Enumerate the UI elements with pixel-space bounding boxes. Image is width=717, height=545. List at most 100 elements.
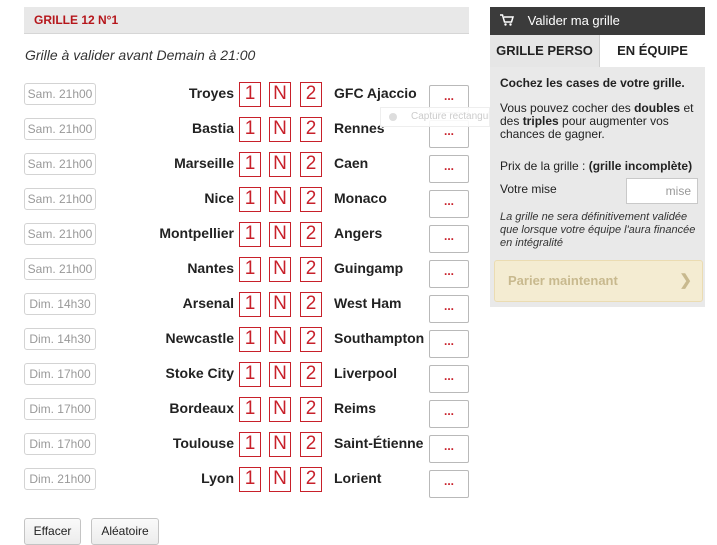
match-more-button[interactable]: ... [429, 295, 469, 323]
pick-1-box[interactable]: 1 [239, 222, 261, 247]
pick-2-box[interactable]: 2 [300, 397, 322, 422]
match-row: Dim. 17h00 Bordeaux 1 N 2 Reims... [0, 397, 480, 431]
pick-1-box[interactable]: 1 [239, 152, 261, 177]
pick-2-box[interactable]: 2 [300, 187, 322, 212]
match-more-button[interactable]: ... [429, 155, 469, 183]
chevron-right-icon: ❯ [679, 272, 692, 289]
match-date: Sam. 21h00 [24, 223, 96, 245]
away-team: Reims [334, 400, 377, 416]
pick-2-box[interactable]: 2 [300, 257, 322, 282]
away-team: Rennes [334, 120, 385, 136]
pick-2-box[interactable]: 2 [300, 117, 322, 142]
tab-grille-perso[interactable]: GRILLE PERSO [490, 35, 600, 67]
cart-icon [500, 14, 514, 26]
pick-n-box[interactable]: N [269, 467, 291, 492]
tab-en-equipe[interactable]: EN ÉQUIPE [600, 35, 705, 67]
bet-now-label: Parier maintenant [508, 273, 618, 288]
pick-1-box[interactable]: 1 [239, 257, 261, 282]
pick-1-box[interactable]: 1 [239, 187, 261, 212]
price-label: Prix de la grille : [500, 159, 586, 173]
match-date: Dim. 17h00 [24, 398, 96, 420]
panel-header-label: Valider ma grille [527, 13, 620, 28]
home-team: Nantes [187, 260, 234, 276]
grid-deadline: Grille à valider avant Demain à 21:00 [25, 47, 256, 63]
tooltip-label: Capture rectangulaire [411, 111, 490, 122]
match-row: Sam. 21h00 Nantes 1 N 2 Guingamp... [0, 257, 480, 291]
pick-n-box[interactable]: N [269, 257, 291, 282]
pick-1-box[interactable]: 1 [239, 432, 261, 457]
home-team: Toulouse [172, 435, 234, 451]
home-team: Newcastle [165, 330, 234, 346]
pick-2-box[interactable]: 2 [300, 327, 322, 352]
pick-n-box[interactable]: N [269, 222, 291, 247]
price-row: Prix de la grille : (grille incomplète) [500, 159, 705, 173]
random-button[interactable]: Aléatoire [91, 518, 159, 545]
clear-button[interactable]: Effacer [24, 518, 81, 545]
pick-2-box[interactable]: 2 [300, 432, 322, 457]
pick-n-box[interactable]: N [269, 292, 291, 317]
match-more-button[interactable]: ... [429, 225, 469, 253]
home-team: Nice [204, 190, 234, 206]
match-date: Dim. 17h00 [24, 433, 96, 455]
panel-body: Cochez les cases de votre grille. Vous p… [490, 67, 705, 307]
pick-1-box[interactable]: 1 [239, 82, 261, 107]
match-row: Dim. 17h00 Toulouse 1 N 2 Saint-Étienne... [0, 432, 480, 466]
home-team: Bordeaux [169, 400, 234, 416]
panel-header[interactable]: Valider ma grille [490, 7, 705, 35]
pick-1-box[interactable]: 1 [239, 467, 261, 492]
match-more-button[interactable]: ... [429, 260, 469, 288]
match-more-button[interactable]: ... [429, 190, 469, 218]
match-date: Dim. 14h30 [24, 328, 96, 350]
pick-n-box[interactable]: N [269, 362, 291, 387]
pick-n-box[interactable]: N [269, 327, 291, 352]
stake-input[interactable]: mise [626, 178, 698, 204]
away-team: Lorient [334, 470, 382, 486]
pick-n-box[interactable]: N [269, 397, 291, 422]
away-team: Saint-Étienne [334, 435, 424, 451]
match-more-button[interactable]: ... [429, 470, 469, 498]
pick-2-box[interactable]: 2 [300, 467, 322, 492]
pick-1-box[interactable]: 1 [239, 397, 261, 422]
pick-2-box[interactable]: 2 [300, 292, 322, 317]
stake-label: Votre mise [500, 182, 557, 196]
match-row: Dim. 14h30 Newcastle 1 N 2 Southampton... [0, 327, 480, 361]
away-team: Liverpool [334, 365, 398, 381]
match-row: Sam. 21h00 Nice 1 N 2 Monaco... [0, 187, 480, 221]
match-row: Dim. 14h30 Arsenal 1 N 2 West Ham... [0, 292, 480, 326]
info-text: Vous pouvez cocher des doubles et des tr… [500, 101, 694, 141]
pick-2-box[interactable]: 2 [300, 152, 322, 177]
pick-n-box[interactable]: N [269, 187, 291, 212]
match-more-button[interactable]: ... [429, 400, 469, 428]
pick-2-box[interactable]: 2 [300, 222, 322, 247]
home-team: Stoke City [165, 365, 234, 381]
match-row: Dim. 17h00 Stoke City 1 N 2 Liverpool... [0, 362, 480, 396]
away-team: GFC Ajaccio [334, 85, 417, 101]
match-date: Sam. 21h00 [24, 83, 96, 105]
match-more-button[interactable]: ... [429, 435, 469, 463]
match-date: Sam. 21h00 [24, 188, 96, 210]
pick-n-box[interactable]: N [269, 432, 291, 457]
screen-capture-tooltip: Capture rectangulaire [380, 107, 490, 127]
away-team: Caen [334, 155, 369, 171]
pick-1-box[interactable]: 1 [239, 362, 261, 387]
match-row: Dim. 21h00 Lyon 1 N 2 Lorient... [0, 467, 480, 501]
pick-n-box[interactable]: N [269, 117, 291, 142]
pick-n-box[interactable]: N [269, 82, 291, 107]
pick-1-box[interactable]: 1 [239, 327, 261, 352]
match-more-button[interactable]: ... [429, 365, 469, 393]
price-value: (grille incomplète) [588, 159, 693, 173]
grid-title: GRILLE 12 N°1 [24, 7, 469, 34]
pick-1-box[interactable]: 1 [239, 117, 261, 142]
match-date: Dim. 17h00 [24, 363, 96, 385]
pick-2-box[interactable]: 2 [300, 362, 322, 387]
pick-2-box[interactable]: 2 [300, 82, 322, 107]
validation-panel: Valider ma grille GRILLE PERSO EN ÉQUIPE… [490, 7, 705, 307]
home-team: Lyon [201, 470, 234, 486]
away-team: West Ham [334, 295, 402, 311]
bet-now-button[interactable]: Parier maintenant ❯ [494, 260, 703, 302]
match-date: Sam. 21h00 [24, 153, 96, 175]
match-more-button[interactable]: ... [429, 330, 469, 358]
pick-1-box[interactable]: 1 [239, 292, 261, 317]
pick-n-box[interactable]: N [269, 152, 291, 177]
home-team: Montpellier [159, 225, 234, 241]
